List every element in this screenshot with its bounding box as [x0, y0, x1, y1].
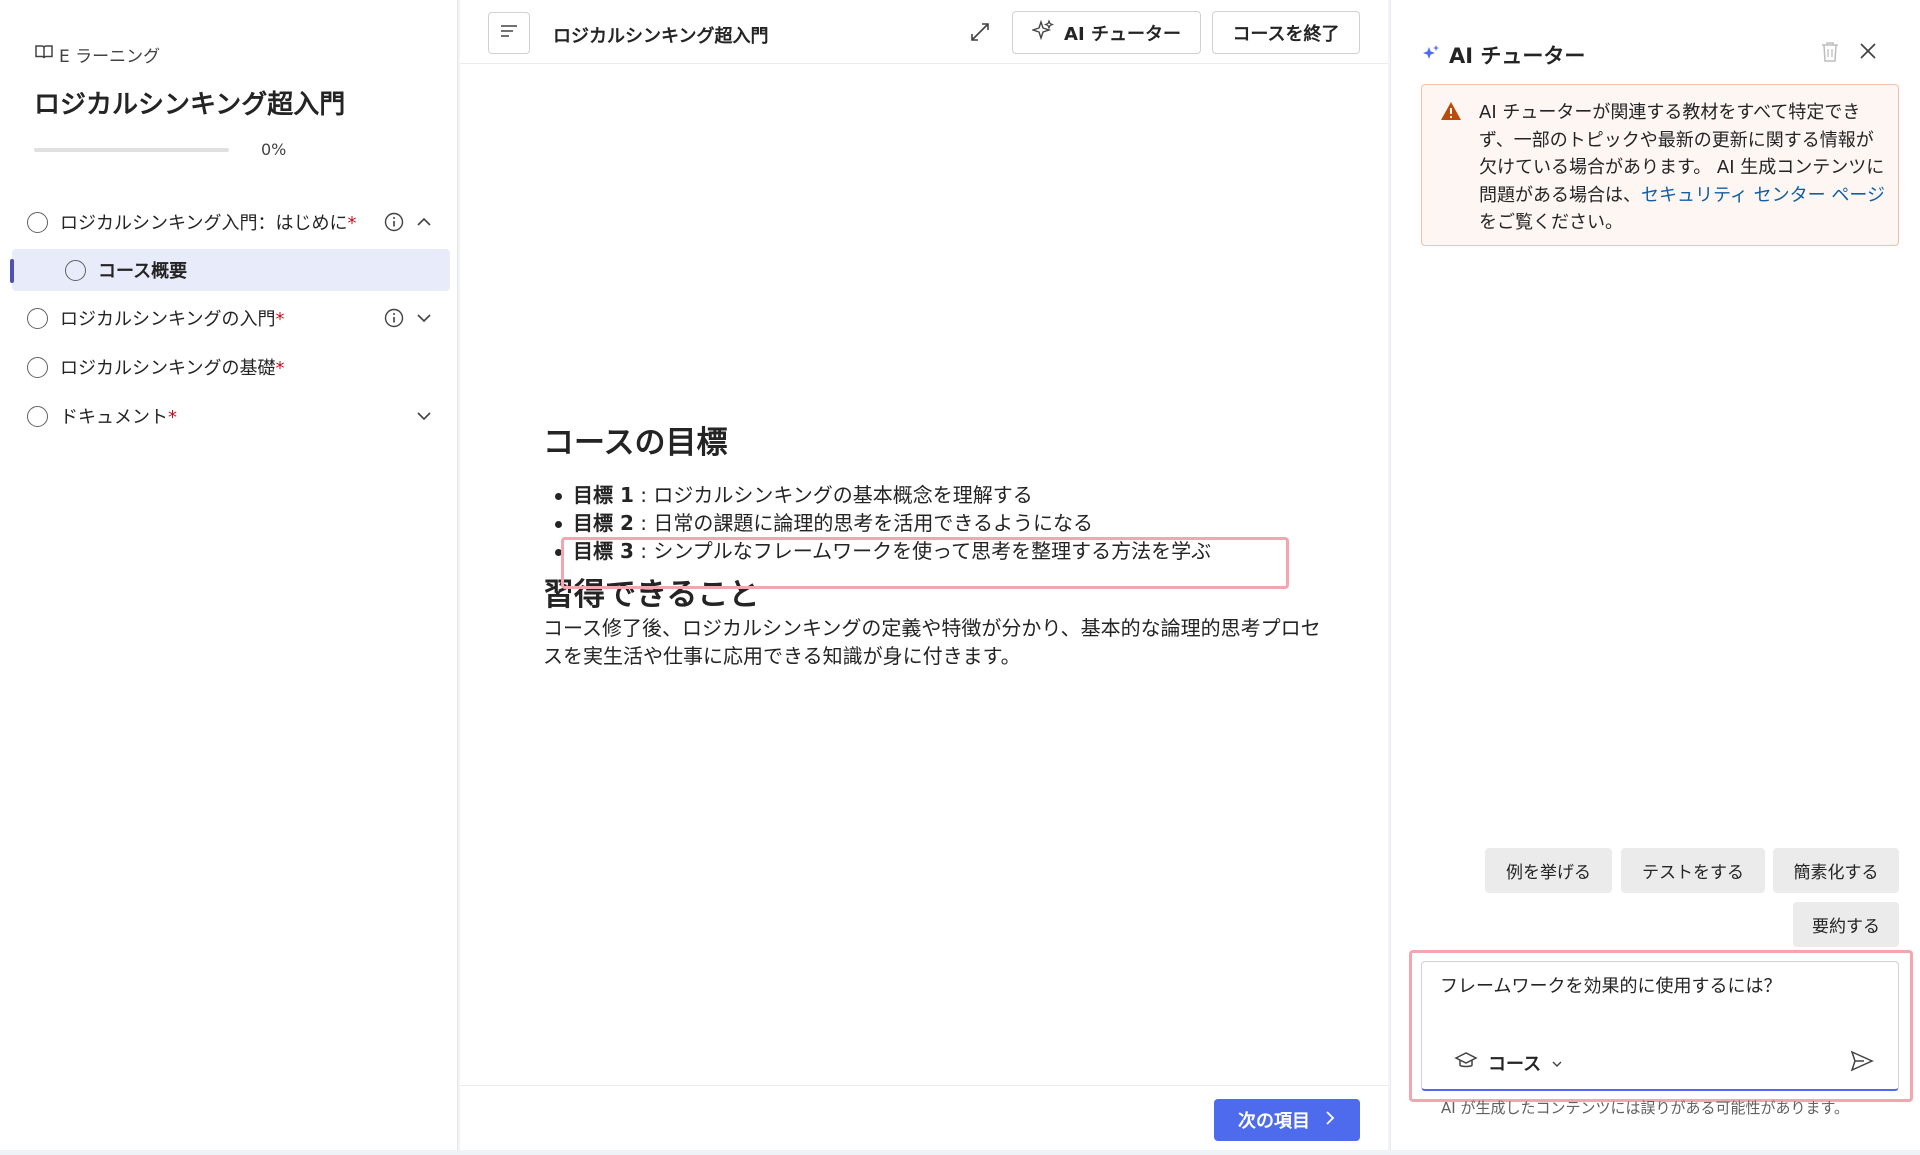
chip-take-test[interactable]: テストをする [1621, 848, 1765, 893]
goal-label: 目標 2 [573, 511, 634, 536]
nav-item-intro[interactable]: ロジカルシンキング入門：はじめに* [0, 200, 458, 244]
security-center-link[interactable]: セキュリティ センター ページ [1641, 185, 1885, 206]
menu-button[interactable] [488, 12, 530, 54]
progress-label: 0% [261, 140, 287, 159]
top-toolbar: ロジカルシンキング超入門 AI チューター コースを終了 [460, 0, 1388, 64]
goal-text: : シンプルなフレームワークを使って思考を整理する方法を学ぶ [633, 539, 1212, 564]
chip-summarize[interactable]: 要約する [1793, 902, 1899, 947]
status-circle-icon [65, 259, 86, 281]
chip-give-example[interactable]: 例を挙げる [1485, 848, 1612, 893]
nav-item-documents[interactable]: ドキュメント* [0, 394, 458, 438]
chevron-up-icon[interactable] [414, 212, 434, 236]
goal-label: 目標 3 [573, 539, 634, 564]
course-progress: 0% [34, 140, 286, 159]
book-icon [35, 44, 53, 65]
status-circle-icon [27, 356, 48, 378]
required-mark: * [275, 309, 285, 330]
end-course-button[interactable]: コースを終了 [1212, 11, 1360, 54]
required-mark: * [168, 407, 177, 428]
content-footer: 次の項目 [460, 1085, 1388, 1150]
brand-label: E ラーニング [59, 47, 161, 67]
warning-banner: AI チューターが関連する教材をすべて特定できず、一部のトピックや最新の更新に関… [1421, 84, 1899, 246]
chevron-down-icon [1551, 1053, 1563, 1074]
goal-item: 目標 1 : ロジカルシンキングの基本概念を理解する [555, 481, 1343, 509]
chevron-down-icon[interactable] [414, 308, 434, 332]
trash-icon[interactable] [1819, 40, 1841, 68]
brand-row: E ラーニング [35, 42, 160, 67]
sparkle-icon [1030, 19, 1055, 46]
goal-item: 目標 2 : 日常の課題に論理的思考を活用できるようになる [555, 509, 1343, 537]
course-title: ロジカルシンキング超入門 [34, 90, 346, 120]
chevron-right-icon [1324, 1110, 1336, 1131]
course-body: コースの目標 目標 1 : ロジカルシンキングの基本概念を理解する 目標 2 :… [543, 425, 1343, 670]
ai-tutor-button[interactable]: AI チューター [1012, 11, 1201, 54]
required-mark: * [275, 358, 285, 379]
warning-icon [1440, 101, 1462, 125]
info-icon[interactable] [384, 308, 404, 332]
next-item-label: 次の項目 [1238, 1111, 1310, 1132]
required-mark: * [347, 213, 357, 234]
nav-item-label: ロジカルシンキング入門：はじめに [60, 213, 348, 234]
status-circle-icon [27, 211, 48, 233]
panel-title: AI チューター [1449, 44, 1586, 68]
nav-item-label: ロジカルシンキングの入門 [60, 309, 276, 330]
nav-item-course-overview[interactable]: コース概要 [10, 249, 450, 291]
learn-text: コース修了後、ロジカルシンキングの定義や特徴が分かり、基本的な論理的思考プロセス… [543, 616, 1321, 669]
ai-disclaimer: AI が生成したコンテンツには誤りがある可能性があります。 [1441, 1099, 1849, 1117]
status-circle-icon [27, 405, 48, 427]
goal-item: 目標 3 : シンプルなフレームワークを使って思考を整理する方法を学ぶ [555, 537, 1343, 565]
expand-icon[interactable] [968, 20, 992, 48]
bottom-strip [0, 1150, 1920, 1155]
chip-simplify[interactable]: 簡素化する [1773, 848, 1899, 893]
goals-heading: コースの目標 [543, 425, 728, 461]
learn-heading: 習得できること [543, 577, 760, 614]
warning-suffix: をご覧ください。 [1479, 212, 1623, 233]
nav-item-label: ドキュメント [60, 407, 168, 428]
sparkle-icon [1421, 43, 1441, 67]
menu-lines-icon [499, 23, 519, 43]
main-content: ロジカルシンキング超入門 AI チューター コースを終了 コースの目標 目標 1… [460, 0, 1388, 1150]
send-icon[interactable] [1850, 1050, 1874, 1076]
scope-selector[interactable]: コース [1454, 1050, 1563, 1076]
course-nav: ロジカルシンキング入門：はじめに* コース概要 ロジカルシンキングの入門* ロジ… [0, 200, 458, 443]
chat-input[interactable] [1440, 974, 1880, 995]
goal-label: 目標 1 [573, 483, 634, 508]
nav-item-label: コース概要 [98, 261, 188, 282]
ai-tutor-panel: AI チューター AI チューターが関連する教材をすべて特定できず、一部のトピッ… [1390, 0, 1920, 1150]
goals-list: 目標 1 : ロジカルシンキングの基本概念を理解する 目標 2 : 日常の課題に… [555, 481, 1343, 565]
ai-tutor-button-label: AI チューター [1064, 23, 1181, 45]
scope-label: コース [1488, 1054, 1542, 1075]
chat-input-box: コース [1421, 961, 1899, 1091]
nav-item-introduction[interactable]: ロジカルシンキングの入門* [0, 296, 458, 340]
graduation-cap-icon [1454, 1051, 1478, 1076]
goal-text: : 日常の課題に論理的思考を活用できるようになる [633, 511, 1093, 536]
nav-item-label: ロジカルシンキングの基礎 [60, 358, 276, 379]
goal-text: : ロジカルシンキングの基本概念を理解する [633, 483, 1033, 508]
progress-track [34, 147, 229, 152]
course-sidebar: E ラーニング ロジカルシンキング超入門 0% ロジカルシンキング入門：はじめに… [0, 0, 458, 1150]
page-title: ロジカルシンキング超入門 [553, 26, 769, 47]
close-icon[interactable] [1857, 40, 1879, 66]
chevron-down-icon[interactable] [414, 406, 434, 430]
nav-item-basics[interactable]: ロジカルシンキングの基礎* [0, 345, 458, 389]
panel-header: AI チューター [1421, 40, 1585, 70]
info-icon[interactable] [384, 212, 404, 236]
next-item-button[interactable]: 次の項目 [1214, 1099, 1360, 1141]
status-circle-icon [27, 307, 48, 329]
